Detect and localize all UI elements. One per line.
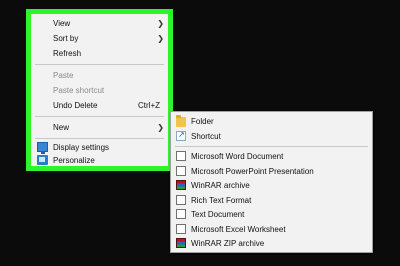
- submenu-item-label: Rich Text Format: [191, 196, 252, 205]
- menu-item-label: Personalize: [53, 156, 95, 165]
- menu-item-shortcut: Ctrl+Z: [138, 101, 160, 110]
- folder-icon: [176, 115, 186, 127]
- menu-item-label: Display settings: [53, 143, 110, 152]
- menu-item-sort-by[interactable]: Sort by ❯: [31, 31, 168, 46]
- menu-item-label: Paste shortcut: [53, 86, 105, 95]
- menu-separator: [35, 116, 164, 117]
- new-submenu: Folder Shortcut Microsoft Word Document …: [170, 111, 373, 253]
- winrar-icon: [176, 180, 186, 190]
- submenu-item-label: Folder: [191, 117, 214, 126]
- chevron-right-icon: ❯: [157, 34, 164, 43]
- submenu-item-excel-worksheet[interactable]: Microsoft Excel Worksheet: [171, 222, 372, 237]
- menu-item-label: Refresh: [53, 49, 82, 58]
- menu-item-paste-shortcut[interactable]: Paste shortcut: [31, 83, 168, 98]
- menu-item-new[interactable]: New ❯: [31, 120, 168, 135]
- menu-item-paste[interactable]: Paste: [31, 68, 168, 83]
- submenu-item-folder[interactable]: Folder: [171, 114, 372, 129]
- chevron-right-icon: ❯: [157, 19, 164, 28]
- menu-item-refresh[interactable]: Refresh: [31, 46, 168, 61]
- menu-item-personalize[interactable]: Personalize: [31, 153, 168, 168]
- document-icon: [176, 151, 186, 161]
- menu-item-label: Paste: [53, 71, 74, 80]
- document-icon: [176, 224, 186, 234]
- submenu-item-word-document[interactable]: Microsoft Word Document: [171, 149, 372, 164]
- submenu-item-winrar-archive[interactable]: WinRAR archive: [171, 178, 372, 193]
- document-icon: [176, 195, 186, 205]
- menu-separator: [175, 146, 368, 147]
- menu-item-label: Undo Delete: [53, 101, 98, 110]
- menu-item-undo-delete[interactable]: Undo Delete Ctrl+Z: [31, 98, 168, 113]
- menu-item-view[interactable]: View ❯: [31, 16, 168, 31]
- submenu-item-label: Shortcut: [191, 132, 221, 141]
- menu-item-label: View: [53, 19, 71, 28]
- submenu-item-label: WinRAR ZIP archive: [191, 239, 265, 248]
- submenu-item-shortcut[interactable]: Shortcut: [171, 129, 372, 144]
- personalize-icon: [37, 155, 48, 165]
- submenu-item-winrar-zip-archive[interactable]: WinRAR ZIP archive: [171, 236, 372, 251]
- menu-separator: [35, 138, 164, 139]
- submenu-item-label: Microsoft PowerPoint Presentation: [191, 167, 314, 176]
- display-settings-icon: [37, 142, 48, 154]
- submenu-item-label: Microsoft Excel Worksheet: [191, 225, 286, 234]
- document-icon: [176, 209, 186, 219]
- submenu-item-powerpoint-presentation[interactable]: Microsoft PowerPoint Presentation: [171, 164, 372, 179]
- submenu-item-label: Text Document: [191, 210, 245, 219]
- chevron-right-icon: ❯: [157, 123, 164, 132]
- document-icon: [176, 166, 186, 176]
- submenu-item-label: WinRAR archive: [191, 181, 250, 190]
- submenu-item-label: Microsoft Word Document: [191, 152, 284, 161]
- winrar-icon: [176, 238, 186, 248]
- desktop-context-menu: View ❯ Sort by ❯ Refresh Paste Paste sho…: [31, 14, 168, 166]
- menu-separator: [35, 64, 164, 65]
- menu-item-label: New: [53, 123, 70, 132]
- submenu-item-rich-text-format[interactable]: Rich Text Format: [171, 193, 372, 208]
- shortcut-icon: [176, 130, 186, 141]
- menu-item-label: Sort by: [53, 34, 79, 43]
- submenu-item-text-document[interactable]: Text Document: [171, 207, 372, 222]
